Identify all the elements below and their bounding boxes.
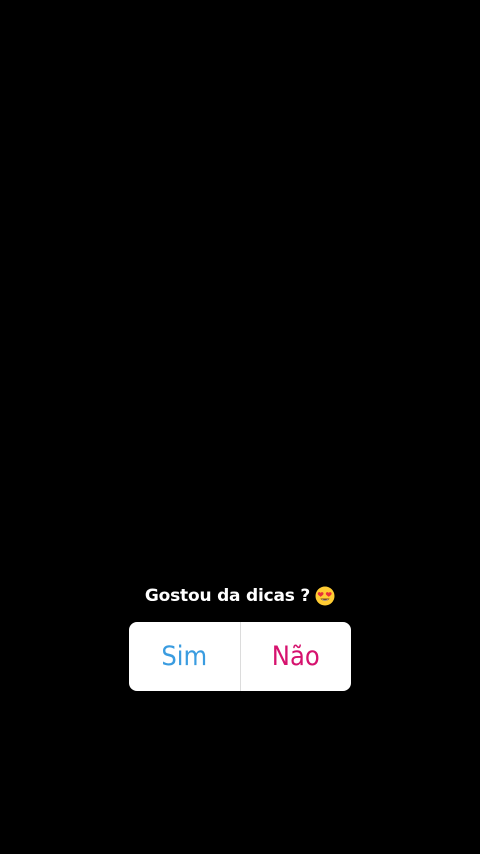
poll-sticker: Gostou da dicas ? Sim Não bbox=[129, 582, 351, 691]
story-screen: Gostou da dicas ? Sim Não bbox=[0, 0, 480, 854]
poll-option-sim[interactable]: Sim bbox=[129, 622, 240, 691]
poll-question-text: Gostou da dicas ? bbox=[144, 586, 311, 606]
poll-options: Sim Não bbox=[129, 622, 351, 691]
poll-question: Gostou da dicas ? bbox=[129, 582, 351, 610]
heart-eyes-emoji-icon bbox=[315, 586, 335, 606]
poll-option-nao[interactable]: Não bbox=[241, 622, 352, 691]
